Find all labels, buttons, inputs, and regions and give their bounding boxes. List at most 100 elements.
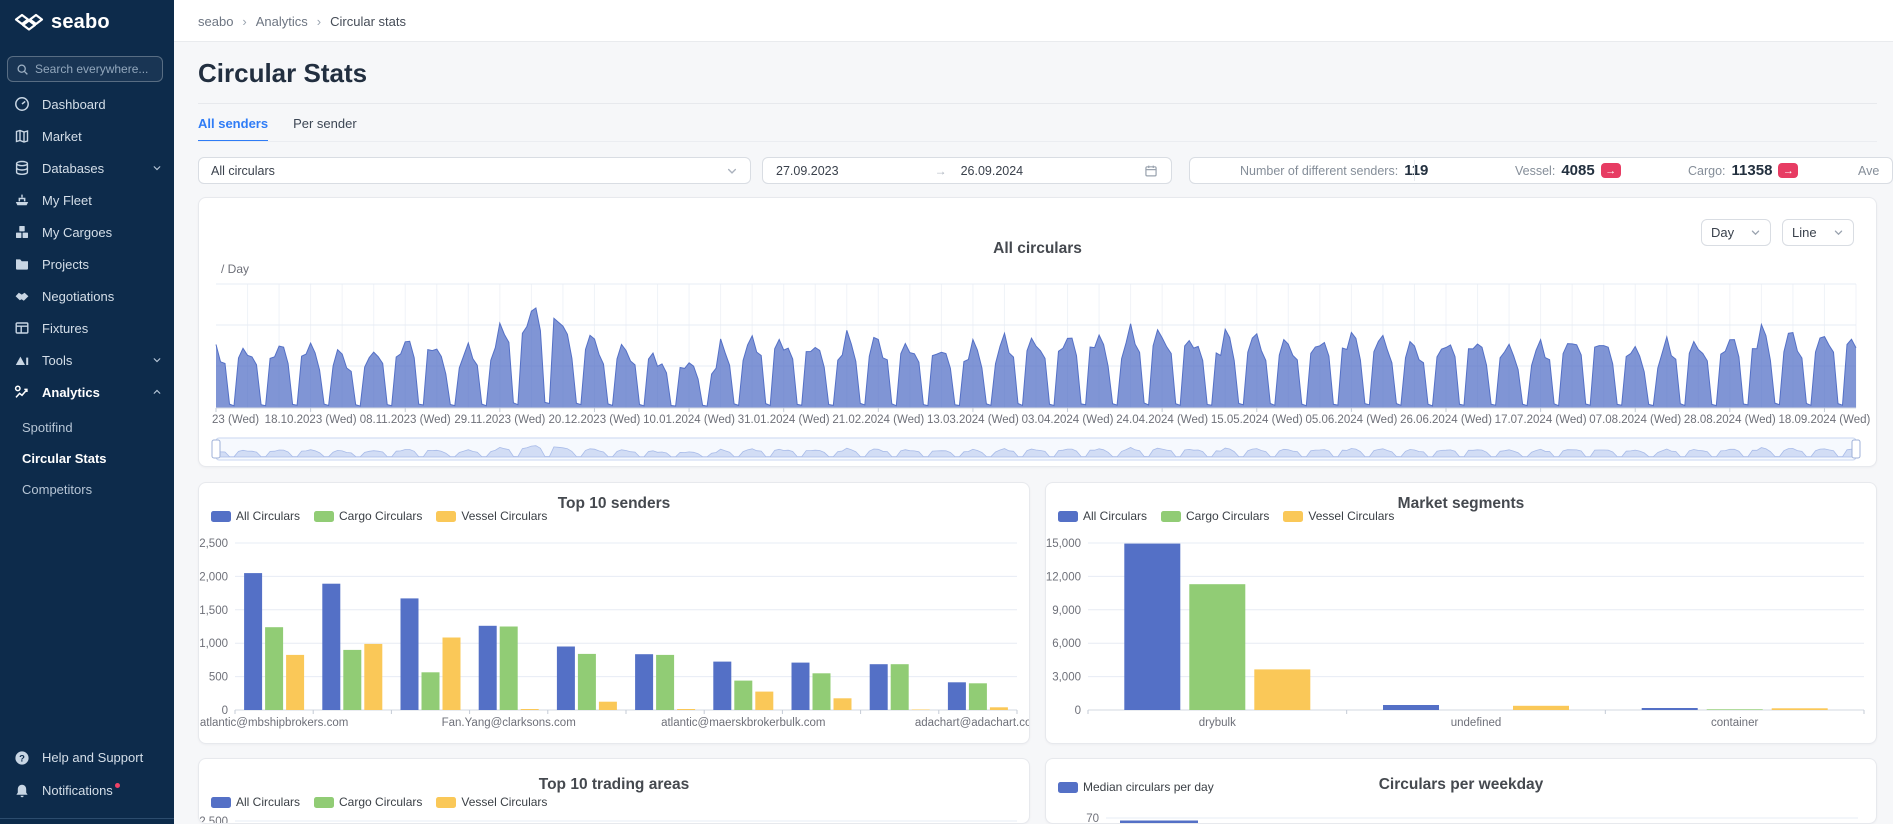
- help-icon: ?: [14, 750, 30, 766]
- datazoom-slider[interactable]: [212, 438, 1860, 460]
- x-axis-label: atlantic@maerskbrokerbulk.com: [661, 717, 825, 729]
- bar-vessel-circulars-0[interactable]: [1254, 669, 1310, 710]
- sidebar-item-my-fleet[interactable]: My Fleet: [0, 184, 174, 216]
- sidebar: seabo Search everywhere... Dashboard Mark…: [0, 0, 174, 824]
- bar-median-circulars-0[interactable]: [1120, 821, 1198, 824]
- bar-vessel-circulars-2[interactable]: [443, 638, 461, 711]
- x-axis-label: Fan.Yang@clarksons.com: [442, 717, 576, 729]
- tab-all-senders[interactable]: All senders: [198, 116, 268, 142]
- search-icon: [16, 63, 29, 76]
- x-axis-label: 10.01.2024 (Wed): [643, 414, 735, 426]
- sidebar-item-label: My Fleet: [42, 193, 92, 208]
- bar-cargo-circulars-2[interactable]: [422, 672, 440, 710]
- x-axis-label: 07.08.2024 (Wed): [1589, 414, 1681, 426]
- breadcrumb-analytics[interactable]: Analytics: [256, 14, 308, 29]
- bar-cargo-circulars-4[interactable]: [578, 654, 596, 710]
- sidebar-item-notifications[interactable]: Notifications: [0, 774, 174, 807]
- breadcrumb-seabo[interactable]: seabo: [198, 14, 233, 29]
- sidebar-item-label: Dashboard: [42, 97, 106, 112]
- y-axis-label: 15,000: [1046, 538, 1081, 550]
- bar-cargo-circulars-2[interactable]: [1707, 709, 1763, 710]
- sidebar-item-databases[interactable]: Databases: [0, 152, 174, 184]
- sidebar-item-label: Help and Support: [42, 750, 143, 765]
- bar-vessel-circulars-4[interactable]: [599, 702, 617, 710]
- bar-vessel-circulars-0[interactable]: [286, 655, 304, 710]
- title-divider: [198, 103, 1877, 104]
- bar-all-circulars-6[interactable]: [713, 662, 731, 710]
- sidebar-item-fixtures[interactable]: Fixtures: [0, 312, 174, 344]
- bar-cargo-circulars-8[interactable]: [891, 664, 909, 710]
- bar-cargo-circulars-0[interactable]: [1189, 584, 1245, 710]
- database-icon: [14, 160, 30, 176]
- bar-vessel-circulars-7[interactable]: [834, 698, 852, 710]
- sidebar-item-dashboard[interactable]: Dashboard: [0, 88, 174, 120]
- x-axis-label: 29.11.2023 (Wed): [454, 414, 545, 426]
- tab-per-sender[interactable]: Per sender: [293, 116, 357, 142]
- bar-cargo-circulars-5[interactable]: [656, 655, 674, 710]
- chevron-down-icon: [152, 355, 162, 365]
- x-axis-label: 03.04.2024 (Wed): [1022, 414, 1114, 426]
- bar-all-circulars-8[interactable]: [870, 664, 888, 710]
- sidebar-item-label: Analytics: [42, 385, 100, 400]
- market-segments-chart-card: Market segments All CircularsCargo Circu…: [1045, 482, 1877, 744]
- bar-all-circulars-1[interactable]: [322, 584, 340, 710]
- bar-vessel-circulars-2[interactable]: [1772, 708, 1828, 710]
- date-start-value[interactable]: 27.09.2023: [776, 164, 839, 178]
- bar-all-circulars-0[interactable]: [244, 573, 262, 710]
- x-axis-label: 05.06.2024 (Wed): [1305, 414, 1397, 426]
- breadcrumb: seabo › Analytics › Circular stats: [198, 0, 406, 42]
- sidebar-item-tools[interactable]: Tools: [0, 344, 174, 376]
- bar-all-circulars-9[interactable]: [948, 682, 966, 710]
- bar-all-circulars-1[interactable]: [1383, 705, 1439, 710]
- x-axis-label: 18.10.2023 (Wed): [265, 414, 357, 426]
- sidebar-item-analytics[interactable]: Analytics: [0, 376, 174, 408]
- sidebar-item-negotiations[interactable]: Negotiations: [0, 280, 174, 312]
- bar-vessel-circulars-6[interactable]: [755, 692, 773, 710]
- bar-vessel-circulars-3[interactable]: [521, 709, 539, 710]
- sidebar-item-my-cargoes[interactable]: My Cargoes: [0, 216, 174, 248]
- bar-cargo-circulars-6[interactable]: [734, 681, 752, 710]
- circular-type-select[interactable]: All circulars: [198, 157, 751, 184]
- breadcrumb-current: Circular stats: [330, 14, 406, 29]
- app-logo[interactable]: seabo: [14, 8, 110, 36]
- bar-vessel-circulars-5[interactable]: [677, 709, 695, 710]
- date-end-value[interactable]: 26.09.2024: [961, 164, 1024, 178]
- sidebar-item-projects[interactable]: Projects: [0, 248, 174, 280]
- bar-cargo-circulars-7[interactable]: [813, 673, 831, 710]
- bar-all-circulars-7[interactable]: [792, 663, 810, 710]
- sidebar-item-label: Notifications: [42, 783, 120, 798]
- tab-bar: All senders Per sender: [198, 116, 357, 142]
- date-range-picker[interactable]: 27.09.2023 → 26.09.2024: [762, 157, 1172, 184]
- cargo-link-arrow-icon[interactable]: →: [1778, 163, 1798, 178]
- tools-icon: [14, 352, 30, 368]
- datazoom-handle-right[interactable]: [1852, 440, 1860, 458]
- main-content: Circular Stats All senders Per sender Al…: [174, 42, 1893, 824]
- y-axis-label: 70: [1086, 813, 1099, 824]
- sidebar-subitem-competitors[interactable]: Competitors: [0, 474, 174, 505]
- bar-cargo-circulars-1[interactable]: [343, 650, 361, 710]
- bar-all-circulars-4[interactable]: [557, 647, 575, 711]
- x-axis-label: 28.08.2024 (Wed): [1684, 414, 1776, 426]
- vessel-link-arrow-icon[interactable]: →: [1601, 163, 1621, 178]
- sidebar-subitem-circular-stats[interactable]: Circular Stats: [0, 443, 174, 474]
- bar-all-circulars-2[interactable]: [401, 598, 419, 710]
- bar-cargo-circulars-3[interactable]: [500, 627, 518, 711]
- sidebar-search-input[interactable]: Search everywhere...: [7, 56, 163, 82]
- sidebar-item-help-and-support[interactable]: ? Help and Support: [0, 741, 174, 774]
- bar-vessel-circulars-8[interactable]: [912, 710, 930, 711]
- stat-cargo-value: 11358: [1732, 162, 1773, 179]
- bar-all-circulars-0[interactable]: [1124, 544, 1180, 710]
- bar-vessel-circulars-9[interactable]: [990, 707, 1008, 710]
- y-axis-label: 1,500: [199, 605, 228, 617]
- sidebar-item-market[interactable]: Market: [0, 120, 174, 152]
- bar-cargo-circulars-9[interactable]: [969, 683, 987, 710]
- bar-cargo-circulars-0[interactable]: [265, 627, 283, 710]
- bar-all-circulars-2[interactable]: [1642, 708, 1698, 710]
- datazoom-handle-left[interactable]: [212, 440, 220, 458]
- bar-vessel-circulars-1[interactable]: [364, 644, 382, 710]
- bar-vessel-circulars-1[interactable]: [1513, 706, 1569, 710]
- sidebar-subitem-spotifind[interactable]: Spotifind: [0, 412, 174, 443]
- bar-all-circulars-5[interactable]: [635, 654, 653, 710]
- dashboard-icon: [14, 96, 30, 112]
- bar-all-circulars-3[interactable]: [479, 626, 497, 710]
